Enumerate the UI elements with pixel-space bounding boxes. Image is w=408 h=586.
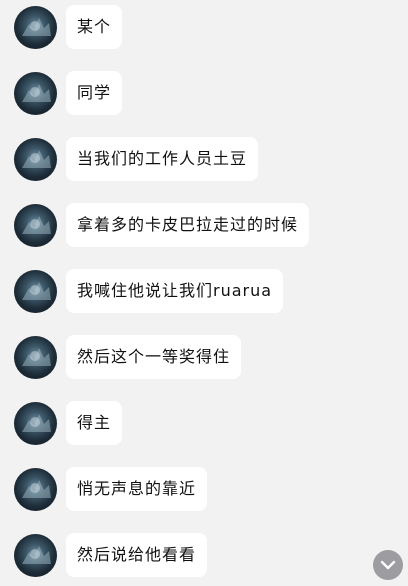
- chat-message: 然后这个一等奖得住: [0, 333, 408, 381]
- chat-message: 拿着多的卡皮巴拉走过的时候: [0, 201, 408, 249]
- message-bubble[interactable]: 然后说给他看看: [66, 533, 208, 577]
- chat-message: 当我们的工作人员土豆: [0, 135, 408, 183]
- message-bubble[interactable]: 然后这个一等奖得住: [66, 335, 242, 379]
- avatar[interactable]: [14, 336, 57, 379]
- chat-message: 悄无声息的靠近: [0, 465, 408, 513]
- avatar[interactable]: [14, 402, 57, 445]
- chat-message: 我喊住他说让我们ruarua: [0, 267, 408, 315]
- message-bubble[interactable]: 同学: [66, 71, 123, 115]
- avatar[interactable]: [14, 72, 57, 115]
- chat-message: 某个: [0, 3, 408, 51]
- avatar[interactable]: [14, 204, 57, 247]
- avatar[interactable]: [14, 6, 57, 49]
- message-bubble[interactable]: 当我们的工作人员土豆: [66, 137, 259, 181]
- message-bubble[interactable]: 悄无声息的靠近: [66, 467, 208, 511]
- avatar[interactable]: [14, 534, 57, 577]
- avatar[interactable]: [14, 270, 57, 313]
- chat-message-list[interactable]: 某个 同学 当我们的工作人员土豆 拿着多的卡皮巴拉走过的时候 我喊住他说让我们r…: [0, 0, 408, 586]
- avatar[interactable]: [14, 138, 57, 181]
- message-bubble[interactable]: 我喊住他说让我们ruarua: [66, 269, 284, 313]
- chat-message: 然后说给他看看: [0, 531, 408, 579]
- avatar[interactable]: [14, 468, 57, 511]
- message-bubble[interactable]: 得主: [66, 401, 123, 445]
- chevron-down-icon: [380, 560, 396, 570]
- message-bubble[interactable]: 某个: [66, 5, 123, 49]
- chat-message: 同学: [0, 69, 408, 117]
- message-bubble[interactable]: 拿着多的卡皮巴拉走过的时候: [66, 203, 310, 247]
- scroll-to-bottom-button[interactable]: [373, 550, 403, 580]
- chat-message: 得主: [0, 399, 408, 447]
